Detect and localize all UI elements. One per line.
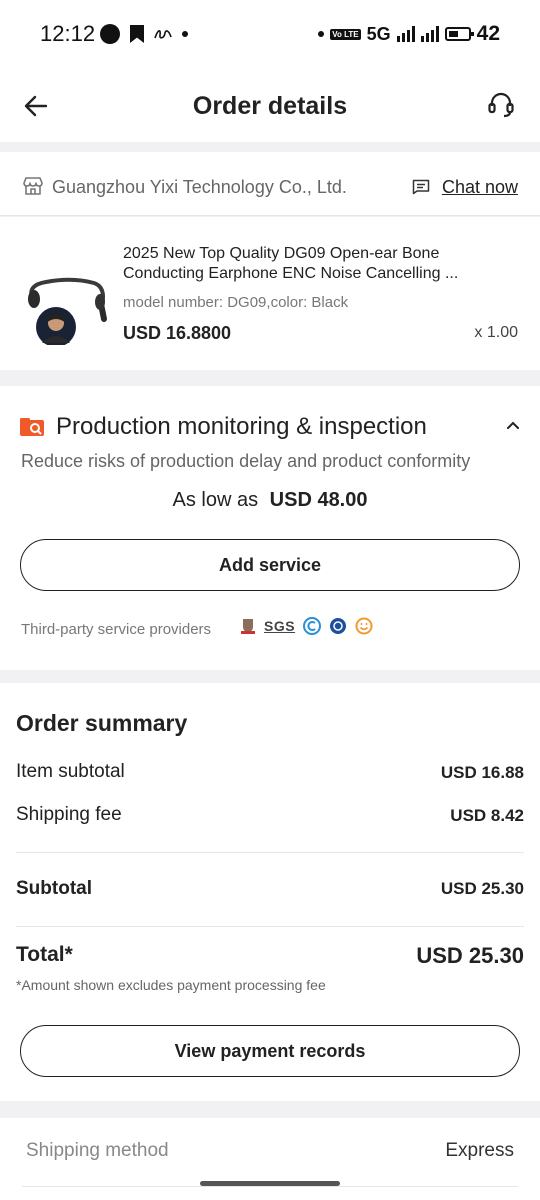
subtotal-label: Subtotal xyxy=(16,878,92,899)
inspection-price-line: As low as USD 48.00 xyxy=(0,489,540,512)
shipping-divider xyxy=(22,1186,518,1187)
network-type: 5G xyxy=(366,23,391,44)
add-service-button[interactable]: Add service xyxy=(20,539,520,591)
as-low-as-price: USD 48.00 xyxy=(269,489,368,511)
chevron-up-icon[interactable] xyxy=(506,418,520,432)
product-price: USD 16.8800 xyxy=(123,323,232,343)
provider-c-logo-icon xyxy=(303,617,322,635)
home-indicator[interactable] xyxy=(200,1181,340,1186)
total-label: Total* xyxy=(16,943,73,966)
supplier-name[interactable]: Guangzhou Yixi Technology Co., Ltd. xyxy=(52,177,347,198)
inspection-description: Reduce risks of production delay and pro… xyxy=(21,451,471,471)
total-footnote: *Amount shown excludes payment processin… xyxy=(16,977,326,993)
inspection-service-card: Production monitoring & inspection Reduc… xyxy=(0,386,540,670)
signal-2-icon xyxy=(420,26,439,42)
subtotal-value: USD 25.30 xyxy=(440,879,524,898)
shipping-method-label: Shipping method xyxy=(26,1140,169,1161)
summary-divider xyxy=(16,926,524,927)
providers-label: Third-party service providers xyxy=(21,621,212,638)
item-subtotal-value: USD 16.88 xyxy=(440,763,524,782)
status-dot-icon xyxy=(318,31,325,37)
shipping-method-row[interactable]: Shipping method Express xyxy=(0,1118,540,1200)
view-payment-records-button[interactable]: View payment records xyxy=(20,1025,520,1077)
product-spec: model number: DG09,color: Black xyxy=(123,294,349,311)
page-title: Order details xyxy=(192,92,348,120)
supplier-row: Guangzhou Yixi Technology Co., Ltd. Chat… xyxy=(0,152,540,216)
inspection-icon xyxy=(20,418,44,436)
status-time: 12:12 xyxy=(40,21,96,46)
battery-level: 42 xyxy=(476,22,500,45)
app-header: Order details xyxy=(0,68,540,142)
customer-service-headset-icon[interactable] xyxy=(486,90,516,120)
summary-divider xyxy=(16,852,524,853)
order-summary-card: Order summary Item subtotal USD 16.88 Sh… xyxy=(0,683,540,1101)
shipping-method-value: Express xyxy=(445,1140,514,1161)
provider-smile-logo-icon xyxy=(355,617,373,635)
more-notifications-dot-icon xyxy=(182,31,188,37)
product-row[interactable]: 2025 New Top Quality DG09 Open-ear Bone … xyxy=(0,217,540,370)
volte-icon: Vo LTE xyxy=(330,28,361,40)
signature-icon xyxy=(154,30,172,39)
status-bar: 12:12 Vo LTE 5G 42 xyxy=(0,0,540,68)
provider-logos: SGS xyxy=(240,617,373,635)
signal-icon xyxy=(396,26,415,42)
total-value: USD 25.30 xyxy=(416,943,524,968)
product-quantity: x 1.00 xyxy=(474,324,518,341)
provider-badge-logo-icon xyxy=(241,619,255,634)
chat-now-link[interactable]: Chat now xyxy=(442,177,518,198)
inspection-title: Production monitoring & inspection xyxy=(56,413,427,440)
shipping-fee-label: Shipping fee xyxy=(16,804,122,825)
as-low-as-label: As low as xyxy=(172,489,259,511)
status-system-icons: Vo LTE 5G 42 xyxy=(318,22,500,46)
provider-sgs-logo: SGS xyxy=(264,618,296,634)
bookmark-icon xyxy=(130,25,144,43)
store-icon xyxy=(23,177,43,195)
chat-icon[interactable] xyxy=(412,179,430,195)
product-thumbnail xyxy=(28,277,107,345)
shipping-fee-value: USD 8.42 xyxy=(450,806,524,825)
item-subtotal-label: Item subtotal xyxy=(16,761,125,782)
product-title[interactable]: 2025 New Top Quality DG09 Open-ear Bone … xyxy=(123,244,493,284)
status-notification-icons xyxy=(100,24,188,44)
order-summary-title: Order summary xyxy=(16,710,188,736)
battery-icon xyxy=(444,27,474,41)
record-dot-icon xyxy=(100,24,120,44)
provider-globe-logo-icon xyxy=(330,618,347,634)
